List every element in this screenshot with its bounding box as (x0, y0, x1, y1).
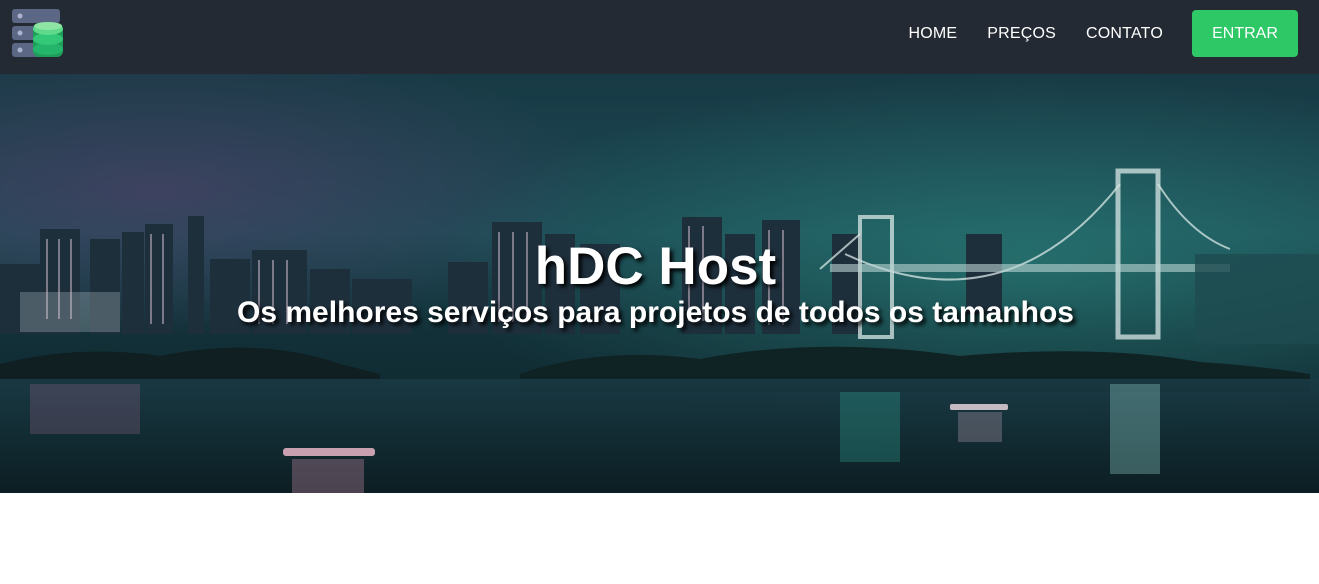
nav-link-contato[interactable]: CONTATO (1086, 25, 1163, 43)
main-navigation: HOME PREÇOS CONTATO ENTRAR (908, 10, 1298, 57)
nav-link-home[interactable]: HOME (908, 25, 957, 43)
nav-link-precos[interactable]: PREÇOS (987, 25, 1056, 43)
server-database-icon[interactable] (12, 9, 64, 61)
top-navbar: HOME PREÇOS CONTATO ENTRAR (0, 0, 1319, 74)
hero-banner: hDC Host Os melhores serviços para proje… (0, 74, 1319, 493)
login-button[interactable]: ENTRAR (1192, 10, 1298, 57)
hero-title: hDC Host (534, 237, 777, 296)
hero-text-block: hDC Host Os melhores serviços para proje… (0, 238, 1311, 329)
hero-subtitle: Os melhores serviços para projetos de to… (237, 296, 1074, 329)
